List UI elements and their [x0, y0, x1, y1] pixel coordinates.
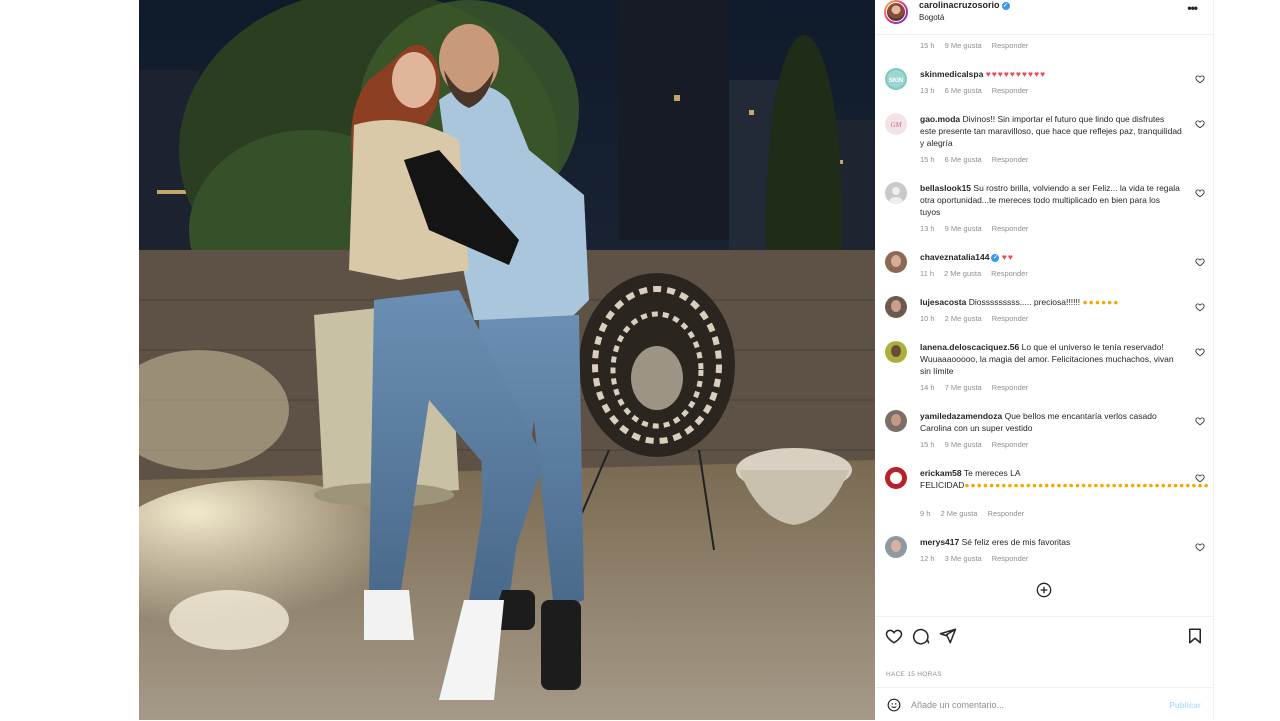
comment-time: 10 h	[920, 314, 935, 323]
comment-emoji: ♥♥♥♥♥♥♥♥♥♥	[985, 69, 1047, 79]
commenter-username[interactable]: lanena.deloscaciquez.56	[920, 342, 1019, 352]
post-actions-bar	[875, 616, 1213, 657]
reply-button[interactable]: Responder	[992, 224, 1029, 233]
like-comment-heart-icon[interactable]	[1195, 473, 1205, 483]
post-location[interactable]: Bogotá	[919, 13, 944, 23]
comments-list[interactable]: 15 h 9 Me gusta Responder SKIN skinmedical…	[875, 34, 1213, 616]
comment-meta: 15 h 6 Me gusta Responder	[920, 155, 1038, 165]
comment-text: Sé feliz eres de mis favoritas	[961, 537, 1071, 547]
comment-time: 15 h	[920, 440, 935, 449]
commenter-avatar[interactable]: SKIN	[885, 68, 907, 90]
reply-button[interactable]: Responder	[992, 383, 1029, 392]
commenter-avatar[interactable]	[885, 536, 907, 558]
comment-text: Diosssssssss..... preciosa!!!!!!	[968, 297, 1081, 307]
commenter-username[interactable]: skinmedicalspa	[920, 69, 983, 79]
comment-likes[interactable]: 2 Me gusta	[945, 314, 982, 323]
comment-input[interactable]	[911, 695, 1151, 715]
commenter-avatar[interactable]	[885, 410, 907, 432]
comment-likes[interactable]: 9 Me gusta	[945, 224, 982, 233]
add-comment-bar: Publicar	[875, 687, 1213, 721]
reply-button[interactable]: Responder	[992, 554, 1029, 563]
commenter-avatar[interactable]	[885, 296, 907, 318]
comment-time: 15 h	[920, 41, 935, 50]
reply-button[interactable]: Responder	[991, 269, 1028, 278]
reply-button[interactable]: Responder	[992, 155, 1029, 164]
reply-button[interactable]: Responder	[992, 41, 1029, 50]
commenter-username[interactable]: lujesacosta	[920, 297, 966, 307]
reply-button[interactable]: Responder	[992, 314, 1029, 323]
post-timestamp[interactable]: HACE 15 HORAS	[886, 671, 942, 678]
comment-likes[interactable]: 9 Me gusta	[945, 41, 982, 50]
reply-button[interactable]: Responder	[988, 509, 1025, 518]
bookmark-icon[interactable]	[1186, 627, 1204, 645]
comment-text: Divinos!! Sin importar el futuro que lin…	[920, 114, 1182, 148]
reply-button[interactable]: Responder	[992, 440, 1029, 449]
comment-meta: 13 h 6 Me gusta Responder	[920, 86, 1038, 96]
like-comment-heart-icon[interactable]	[1195, 542, 1205, 552]
svg-text:SKIN: SKIN	[889, 78, 903, 84]
heart-eyes-emoji-icon: ●●●●●●	[1082, 297, 1120, 307]
post-side-panel: carolinacruzosorio ✓ Bogotá ••• 15 h9 Me …	[875, 0, 1214, 720]
comment-likes[interactable]: 6 Me gusta	[945, 86, 982, 95]
like-comment-heart-icon[interactable]	[1195, 119, 1205, 129]
commenter-username[interactable]: bellaslook15	[920, 183, 971, 193]
post-header: carolinacruzosorio ✓ Bogotá •••	[875, 0, 1213, 35]
like-comment-heart-icon[interactable]	[1195, 257, 1205, 267]
commenter-avatar[interactable]	[885, 251, 907, 273]
comment-meta: 13 h 9 Me gusta Responder	[920, 224, 1038, 234]
commenter-username[interactable]: erickam58	[920, 468, 962, 478]
comment-time: 11 h	[920, 269, 935, 278]
comment-likes[interactable]: 2 Me gusta	[944, 269, 981, 278]
comment-emoji: ♥♥	[1001, 252, 1014, 262]
like-comment-heart-icon[interactable]	[1195, 74, 1205, 84]
comment-meta: 14 h 7 Me gusta Responder	[920, 383, 1038, 393]
comment-time: 9 h	[920, 509, 931, 518]
commenter-avatar[interactable]	[885, 341, 907, 363]
commenter-username[interactable]: yamiledazamendoza	[920, 411, 1002, 421]
comment-time: 13 h	[920, 224, 935, 233]
commenter-username[interactable]: chaveznatalia144	[920, 252, 989, 262]
comment-meta: 15 h 9 Me gusta Responder	[920, 41, 1038, 51]
comment-time: 12 h	[920, 554, 935, 563]
like-comment-heart-icon[interactable]	[1195, 302, 1205, 312]
comment-likes[interactable]: 2 Me gusta	[940, 509, 977, 518]
commenter-avatar[interactable]	[885, 182, 907, 204]
comment-meta: 10 h 2 Me gusta Responder	[920, 314, 1038, 324]
comment-likes[interactable]: 9 Me gusta	[945, 440, 982, 449]
comment-meta: 12 h 3 Me gusta Responder	[920, 554, 1038, 564]
verified-badge-icon: ✓	[991, 253, 1000, 262]
post-photo-image	[139, 0, 875, 720]
svg-text:GM: GM	[891, 121, 903, 129]
comment-time: 14 h	[920, 383, 935, 392]
like-comment-heart-icon[interactable]	[1195, 347, 1205, 357]
plus-circle-icon[interactable]	[1036, 582, 1052, 598]
author-username[interactable]: carolinacruzosorio	[919, 0, 1000, 10]
author-avatar[interactable]	[884, 0, 908, 24]
comment-meta: 11 h 2 Me gusta Responder	[920, 269, 1038, 279]
comment-time: 13 h	[920, 86, 935, 95]
comment-likes[interactable]: 3 Me gusta	[945, 554, 982, 563]
verified-badge-icon: ✓	[1001, 1, 1010, 10]
paper-plane-icon[interactable]	[939, 627, 957, 645]
more-options-icon[interactable]: •••	[1187, 1, 1198, 15]
heart-icon[interactable]	[885, 627, 903, 645]
clapping-emoji-icon: ●●●●●●●●●●●●●●●●●●●●●●●●●●●●●●●●●●●●●●●●	[964, 480, 1210, 490]
commenter-username[interactable]: merys417	[920, 537, 959, 547]
commenter-username[interactable]: gao.moda	[920, 114, 960, 124]
comment-meta: 9 h 2 Me gusta Responder	[920, 509, 1034, 519]
author-username-wrap[interactable]: carolinacruzosorio ✓	[919, 0, 1010, 11]
commenter-avatar[interactable]	[885, 467, 907, 489]
comment-likes[interactable]: 6 Me gusta	[945, 155, 982, 164]
emoji-icon[interactable]	[887, 698, 901, 712]
comment-likes[interactable]: 7 Me gusta	[945, 383, 982, 392]
comment-icon[interactable]	[912, 627, 930, 645]
reply-button[interactable]: Responder	[992, 86, 1029, 95]
commenter-avatar[interactable]: GM	[885, 113, 907, 135]
comment-meta: 15 h 9 Me gusta Responder	[920, 440, 1038, 450]
comment-time: 15 h	[920, 155, 935, 164]
publish-button[interactable]: Publicar	[1169, 701, 1201, 710]
like-comment-heart-icon[interactable]	[1195, 188, 1205, 198]
like-comment-heart-icon[interactable]	[1195, 416, 1205, 426]
post-photo[interactable]	[139, 0, 875, 720]
